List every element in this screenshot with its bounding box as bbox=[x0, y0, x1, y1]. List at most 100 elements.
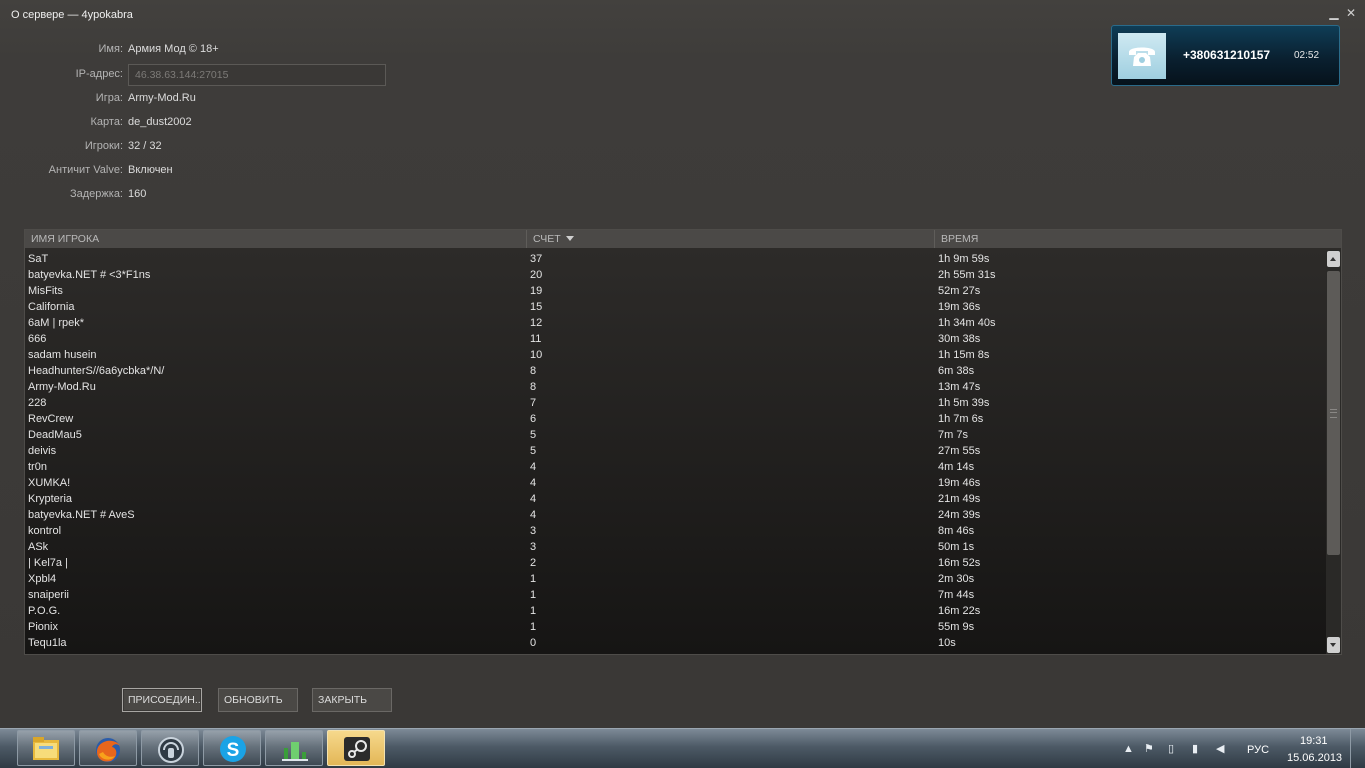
table-row[interactable]: Army-Mod.Ru 8 13m 47s bbox=[25, 379, 1325, 395]
time-cell: 1h 9m 59s bbox=[938, 253, 990, 265]
language-indicator[interactable]: РУС bbox=[1247, 744, 1269, 756]
table-row[interactable]: deivis 5 27m 55s bbox=[25, 443, 1325, 459]
title-bar[interactable]: О сервере — 4ypokabra ▁ ✕ bbox=[0, 0, 1365, 28]
time-cell: 1h 5m 39s bbox=[938, 397, 990, 409]
score-cell: 37 bbox=[530, 253, 543, 265]
info-row-latency: Задержка: 160 bbox=[0, 188, 146, 204]
name-label: Имя: bbox=[98, 43, 123, 55]
game-label: Игра: bbox=[95, 92, 123, 104]
player-name-cell: XUMKA! bbox=[28, 477, 71, 489]
table-row[interactable]: DeadMau5 5 7m 7s bbox=[25, 427, 1325, 443]
table-row[interactable]: 666 11 30m 38s bbox=[25, 331, 1325, 347]
table-row[interactable]: snaiperii 1 7m 44s bbox=[25, 587, 1325, 603]
join-button[interactable]: ПРИСОЕДИН... bbox=[122, 688, 202, 712]
close-button[interactable]: ЗАКРЫТЬ bbox=[312, 688, 392, 712]
table-row[interactable]: ASk 3 50m 1s bbox=[25, 539, 1325, 555]
flag-warning-icon[interactable]: ⚑ bbox=[1144, 742, 1154, 755]
vertical-scrollbar[interactable] bbox=[1326, 250, 1341, 654]
players-value: 32 / 32 bbox=[128, 140, 162, 152]
skype-icon[interactable]: S bbox=[203, 730, 261, 766]
phone-icon bbox=[1118, 33, 1166, 79]
scrollbar-thumb[interactable] bbox=[1327, 271, 1340, 555]
column-header-player-name[interactable]: ИМЯ ИГРОКА bbox=[25, 230, 526, 248]
score-cell: 1 bbox=[530, 621, 537, 633]
show-desktop-button[interactable] bbox=[1350, 729, 1365, 768]
table-row[interactable]: | Kel7a | 2 16m 52s bbox=[25, 555, 1325, 571]
time-cell: 7m 7s bbox=[938, 429, 968, 441]
column-header-score[interactable]: СЧЕТ bbox=[526, 230, 934, 248]
clock-time[interactable]: 19:31 bbox=[1300, 735, 1328, 747]
steam-icon[interactable] bbox=[327, 730, 385, 766]
table-row[interactable]: batyevka.NET # AveS 4 24m 39s bbox=[25, 507, 1325, 523]
call-notification[interactable]: +380631210157 02:52 bbox=[1111, 25, 1340, 86]
table-row[interactable]: 6aM | rpek* 12 1h 34m 40s bbox=[25, 315, 1325, 331]
column-header-time[interactable]: ВРЕМЯ bbox=[934, 230, 1341, 248]
time-cell: 19m 36s bbox=[938, 301, 981, 313]
refresh-button[interactable]: ОБНОВИТЬ bbox=[218, 688, 298, 712]
table-row[interactable]: P.O.G. 1 16m 22s bbox=[25, 603, 1325, 619]
player-name-cell: deivis bbox=[28, 445, 57, 457]
table-row[interactable]: sadam husein 10 1h 15m 8s bbox=[25, 347, 1325, 363]
table-row[interactable]: tr0n 4 4m 14s bbox=[25, 459, 1325, 475]
time-cell: 16m 22s bbox=[938, 605, 981, 617]
volume-icon[interactable]: ◀ bbox=[1216, 742, 1224, 755]
score-cell: 5 bbox=[530, 429, 537, 441]
call-duration: 02:52 bbox=[1294, 50, 1320, 61]
network-meter-icon[interactable] bbox=[265, 730, 323, 766]
player-name-cell: P.O.G. bbox=[28, 605, 61, 617]
info-row-game: Игра: Army-Mod.Ru bbox=[0, 92, 196, 108]
player-name-cell: MisFits bbox=[28, 285, 63, 297]
scroll-down-button[interactable] bbox=[1327, 637, 1340, 653]
score-cell: 15 bbox=[530, 301, 543, 313]
latency-value: 160 bbox=[128, 188, 147, 200]
server-info-window: О сервере — 4ypokabra ▁ ✕ Имя: Армия Мод… bbox=[0, 0, 1365, 728]
time-cell: 30m 38s bbox=[938, 333, 981, 345]
player-name-cell: batyevka.NET # AveS bbox=[28, 509, 135, 521]
player-name-cell: tr0n bbox=[28, 461, 47, 473]
teamspeak-icon[interactable] bbox=[141, 730, 199, 766]
score-cell: 4 bbox=[530, 461, 537, 473]
firefox-icon[interactable] bbox=[79, 730, 137, 766]
score-cell: 5 bbox=[530, 445, 537, 457]
vac-label: Античит Valve: bbox=[48, 164, 123, 176]
table-row[interactable]: XUMKA! 4 19m 46s bbox=[25, 475, 1325, 491]
info-row-ip: IP-адрес: bbox=[0, 68, 123, 84]
grip-icon bbox=[1330, 409, 1337, 418]
minimize-icon[interactable]: ▁ bbox=[1327, 6, 1341, 20]
table-row[interactable]: SaT 37 1h 9m 59s bbox=[25, 251, 1325, 267]
table-row[interactable]: 228 7 1h 5m 39s bbox=[25, 395, 1325, 411]
table-row[interactable]: batyevka.NET # <3*F1ns 20 2h 55m 31s bbox=[25, 267, 1325, 283]
score-cell: 8 bbox=[530, 381, 537, 393]
signal-icon[interactable]: ▮ bbox=[1192, 742, 1198, 755]
score-cell: 7 bbox=[530, 397, 537, 409]
table-row[interactable]: RevCrew 6 1h 7m 6s bbox=[25, 411, 1325, 427]
scroll-up-button[interactable] bbox=[1327, 251, 1340, 267]
table-row[interactable]: Pionix 1 55m 9s bbox=[25, 619, 1325, 635]
score-cell: 4 bbox=[530, 509, 537, 521]
file-explorer-icon[interactable] bbox=[17, 730, 75, 766]
arrow-down-icon bbox=[1330, 643, 1336, 647]
caller-number: +380631210157 bbox=[1183, 48, 1271, 62]
ip-address-field[interactable] bbox=[128, 64, 386, 86]
player-name-cell: 666 bbox=[28, 333, 47, 345]
table-row[interactable]: California 15 19m 36s bbox=[25, 299, 1325, 315]
player-name-cell: Tequ1la bbox=[28, 637, 67, 649]
player-name-cell: | Kel7a | bbox=[28, 557, 68, 569]
close-icon[interactable]: ✕ bbox=[1344, 6, 1358, 20]
time-cell: 10s bbox=[938, 637, 956, 649]
table-row[interactable]: Xpbl4 1 2m 30s bbox=[25, 571, 1325, 587]
players-label: Игроки: bbox=[84, 140, 123, 152]
table-row[interactable]: Tequ1la 0 10s bbox=[25, 635, 1325, 651]
clock-date[interactable]: 15.06.2013 bbox=[1287, 752, 1342, 764]
score-cell: 4 bbox=[530, 477, 537, 489]
player-name-cell: California bbox=[28, 301, 75, 313]
table-row[interactable]: HeadhunterS//6a6ycbka*/N/8 6m 38s bbox=[25, 363, 1325, 379]
map-value: de_dust2002 bbox=[128, 116, 192, 128]
table-row[interactable]: MisFits 19 52m 27s bbox=[25, 283, 1325, 299]
player-name-cell: Army-Mod.Ru bbox=[28, 381, 96, 393]
table-row[interactable]: Krypteria 4 21m 49s bbox=[25, 491, 1325, 507]
time-cell: 1h 7m 6s bbox=[938, 413, 984, 425]
battery-icon[interactable]: ▯ bbox=[1168, 742, 1174, 755]
table-row[interactable]: kontrol 3 8m 46s bbox=[25, 523, 1325, 539]
show-hidden-icons-icon[interactable]: ▲ bbox=[1123, 743, 1134, 755]
